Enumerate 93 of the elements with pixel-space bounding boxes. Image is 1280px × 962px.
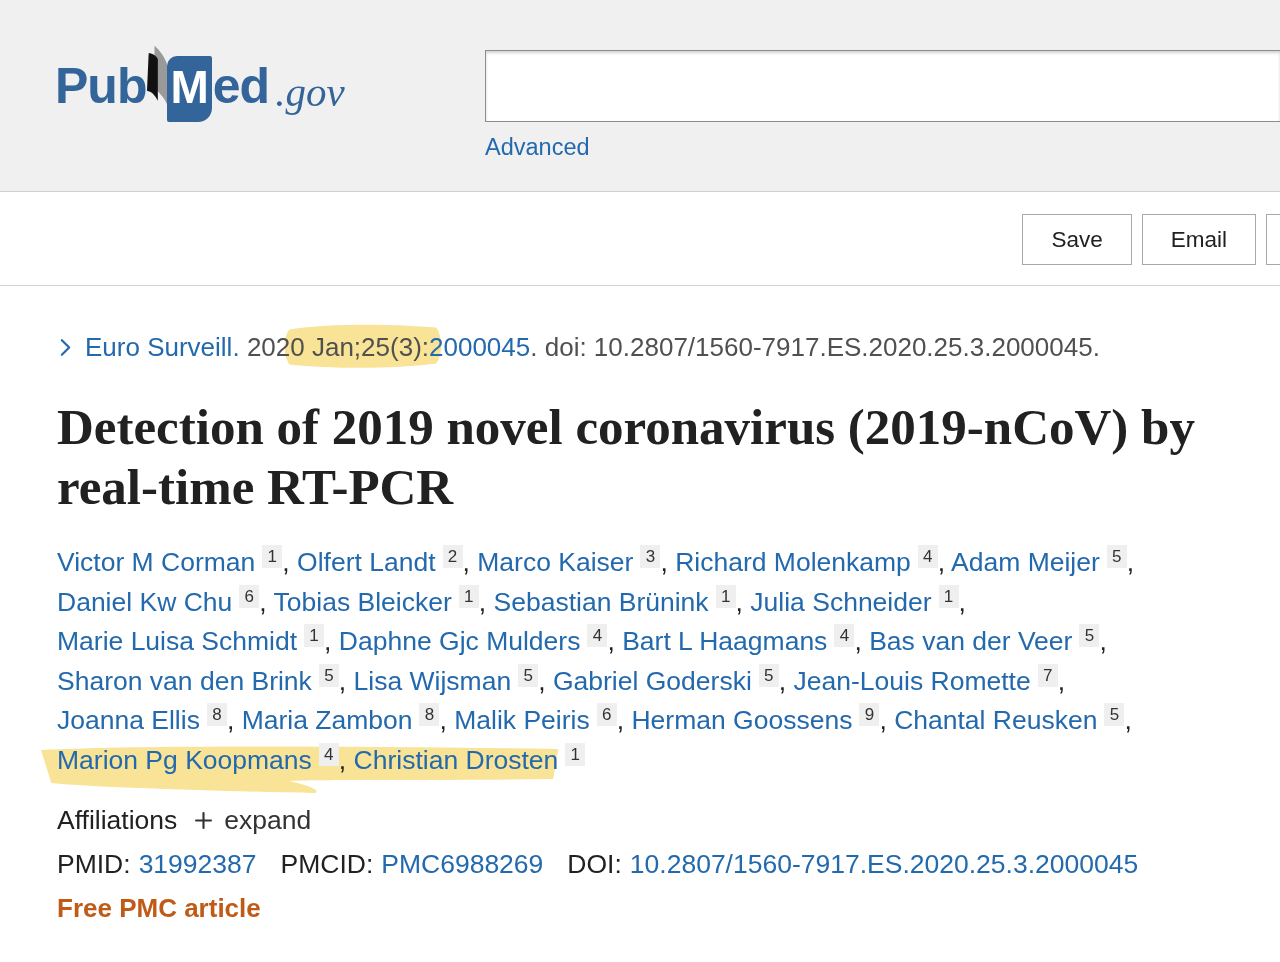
author-link[interactable]: Joanna Ellis: [57, 705, 200, 735]
author-link[interactable]: Christian Drosten: [353, 744, 559, 775]
author-link[interactable]: Daniel Kw Chu: [57, 586, 233, 617]
author-separator: ,: [958, 586, 966, 617]
author-link[interactable]: Marion Pg Koopmans: [57, 744, 312, 775]
logo-domain[interactable]: .gov: [275, 68, 345, 116]
affiliation-number[interactable]: 4: [318, 742, 339, 766]
author-separator: ,: [538, 665, 546, 696]
author-separator: ,: [282, 547, 290, 577]
author-separator: ,: [1124, 705, 1132, 735]
author-separator: ,: [338, 665, 347, 696]
affiliation-number[interactable]: 9: [859, 703, 880, 726]
affiliation-number[interactable]: 5: [1106, 545, 1127, 568]
author-separator: ,: [778, 665, 787, 696]
identifier-link[interactable]: PMC6988269: [381, 848, 544, 880]
article-number-link[interactable]: 2000045: [429, 332, 531, 362]
free-pmc-link[interactable]: Free PMC article: [57, 892, 261, 924]
identifier-link[interactable]: 31992387: [138, 848, 257, 880]
author-separator: ,: [259, 586, 267, 617]
author-link[interactable]: Malik Peiris: [454, 705, 590, 735]
author-separator: ,: [616, 705, 625, 735]
author-link[interactable]: Marie Luisa Schmidt: [57, 626, 298, 656]
action-button[interactable]: Email: [1141, 214, 1256, 265]
logo-text[interactable]: ed: [212, 58, 270, 114]
author-separator: ,: [735, 586, 743, 617]
logo-text[interactable]: Pub: [55, 58, 147, 114]
author-link[interactable]: Jean-Louis Romette: [793, 665, 1031, 696]
author-link[interactable]: Herman Goossens: [631, 705, 853, 735]
expand-toggle[interactable]: expand: [195, 804, 312, 836]
affiliation-number[interactable]: 1: [715, 584, 736, 608]
author-link[interactable]: Adam Meijer: [951, 547, 1100, 577]
author-separator: ,: [660, 547, 668, 577]
affiliation-number[interactable]: 5: [518, 663, 539, 687]
identifier-label: PMID:: [57, 848, 131, 880]
author-separator: ,: [1126, 547, 1135, 577]
author-link[interactable]: Daphne Gjc Mulders: [338, 626, 581, 656]
author-link[interactable]: Sebastian Brünink: [493, 586, 709, 617]
chevron-right-icon[interactable]: [60, 337, 71, 357]
author-link[interactable]: Sharon van den Brink: [57, 665, 312, 696]
author-separator: ,: [854, 626, 862, 656]
author-link[interactable]: Maria Zambon: [241, 705, 413, 735]
author-separator: ,: [478, 586, 487, 617]
identifier-label: DOI:: [567, 848, 622, 880]
affiliation-number[interactable]: 4: [834, 624, 855, 647]
affiliation-number[interactable]: 4: [587, 624, 608, 647]
affiliation-number[interactable]: 2: [442, 545, 463, 568]
affiliation-number[interactable]: 6: [596, 703, 617, 726]
author-link[interactable]: Lisa Wijsman: [353, 665, 512, 696]
author-link[interactable]: Julia Schneider: [750, 586, 932, 617]
search-field[interactable]: [485, 50, 1280, 122]
affiliation-number[interactable]: 5: [758, 663, 779, 687]
author-link[interactable]: Gabriel Goderski: [552, 665, 752, 696]
affiliation-number[interactable]: 8: [206, 703, 227, 726]
author-link[interactable]: Bart L Haagmans: [622, 626, 828, 656]
author-separator: ,: [1057, 665, 1066, 696]
affiliation-number[interactable]: 3: [640, 545, 661, 568]
author-link[interactable]: Chantal Reusken: [894, 705, 1098, 735]
affiliation-number[interactable]: 7: [1037, 663, 1058, 687]
author-link[interactable]: Bas van der Veer: [869, 626, 1073, 656]
affiliations-label: Affiliations: [57, 804, 178, 836]
affiliation-number[interactable]: 4: [917, 545, 938, 568]
identifier-link[interactable]: 10.2807/1560-7917.ES.2020.25.3.2000045: [629, 848, 1139, 880]
author-separator: ,: [607, 626, 615, 656]
affiliation-number[interactable]: 5: [1104, 703, 1125, 726]
affiliation-number[interactable]: 5: [318, 663, 339, 687]
author-separator: ,: [324, 626, 332, 656]
author-link[interactable]: Marco Kaiser: [477, 547, 634, 577]
author-separator: ,: [226, 705, 235, 735]
author-link[interactable]: Victor M Corman: [57, 547, 256, 577]
identifier-label: PMCID:: [280, 848, 374, 880]
article-title: Detection of 2019 novel coronavirus (2019-nCoV) by real-time RT-PCR: [57, 398, 1196, 517]
author-separator: ,: [439, 705, 447, 735]
journal-link[interactable]: Euro Surveill.: [85, 332, 240, 362]
advanced-link[interactable]: Advanced: [485, 133, 590, 161]
affiliation-number[interactable]: 1: [262, 545, 283, 568]
author-separator: ,: [879, 705, 887, 735]
logo-page-letter[interactable]: M: [167, 56, 212, 122]
author-link[interactable]: Olfert Landt: [297, 547, 436, 577]
author-link[interactable]: Richard Molenkamp: [675, 547, 911, 577]
author-separator: ,: [937, 547, 946, 577]
author-separator: ,: [462, 547, 470, 577]
action-button[interactable]: Save: [1022, 214, 1132, 265]
affiliation-number[interactable]: 8: [419, 703, 440, 726]
affiliation-number[interactable]: 1: [938, 584, 959, 608]
affiliation-number[interactable]: 1: [304, 624, 325, 647]
author-link[interactable]: Tobias Bleicker: [273, 586, 452, 617]
citation-doi: . doi: 10.2807/1560-7917.ES.2020.25.3.2000045.: [530, 332, 1100, 362]
affiliation-number[interactable]: 1: [565, 742, 586, 766]
author-separator: ,: [1099, 626, 1107, 656]
affiliation-number[interactable]: 6: [239, 584, 260, 608]
affiliation-number[interactable]: 5: [1079, 624, 1100, 647]
affiliation-number[interactable]: 1: [458, 584, 479, 608]
author-separator: ,: [338, 744, 347, 775]
